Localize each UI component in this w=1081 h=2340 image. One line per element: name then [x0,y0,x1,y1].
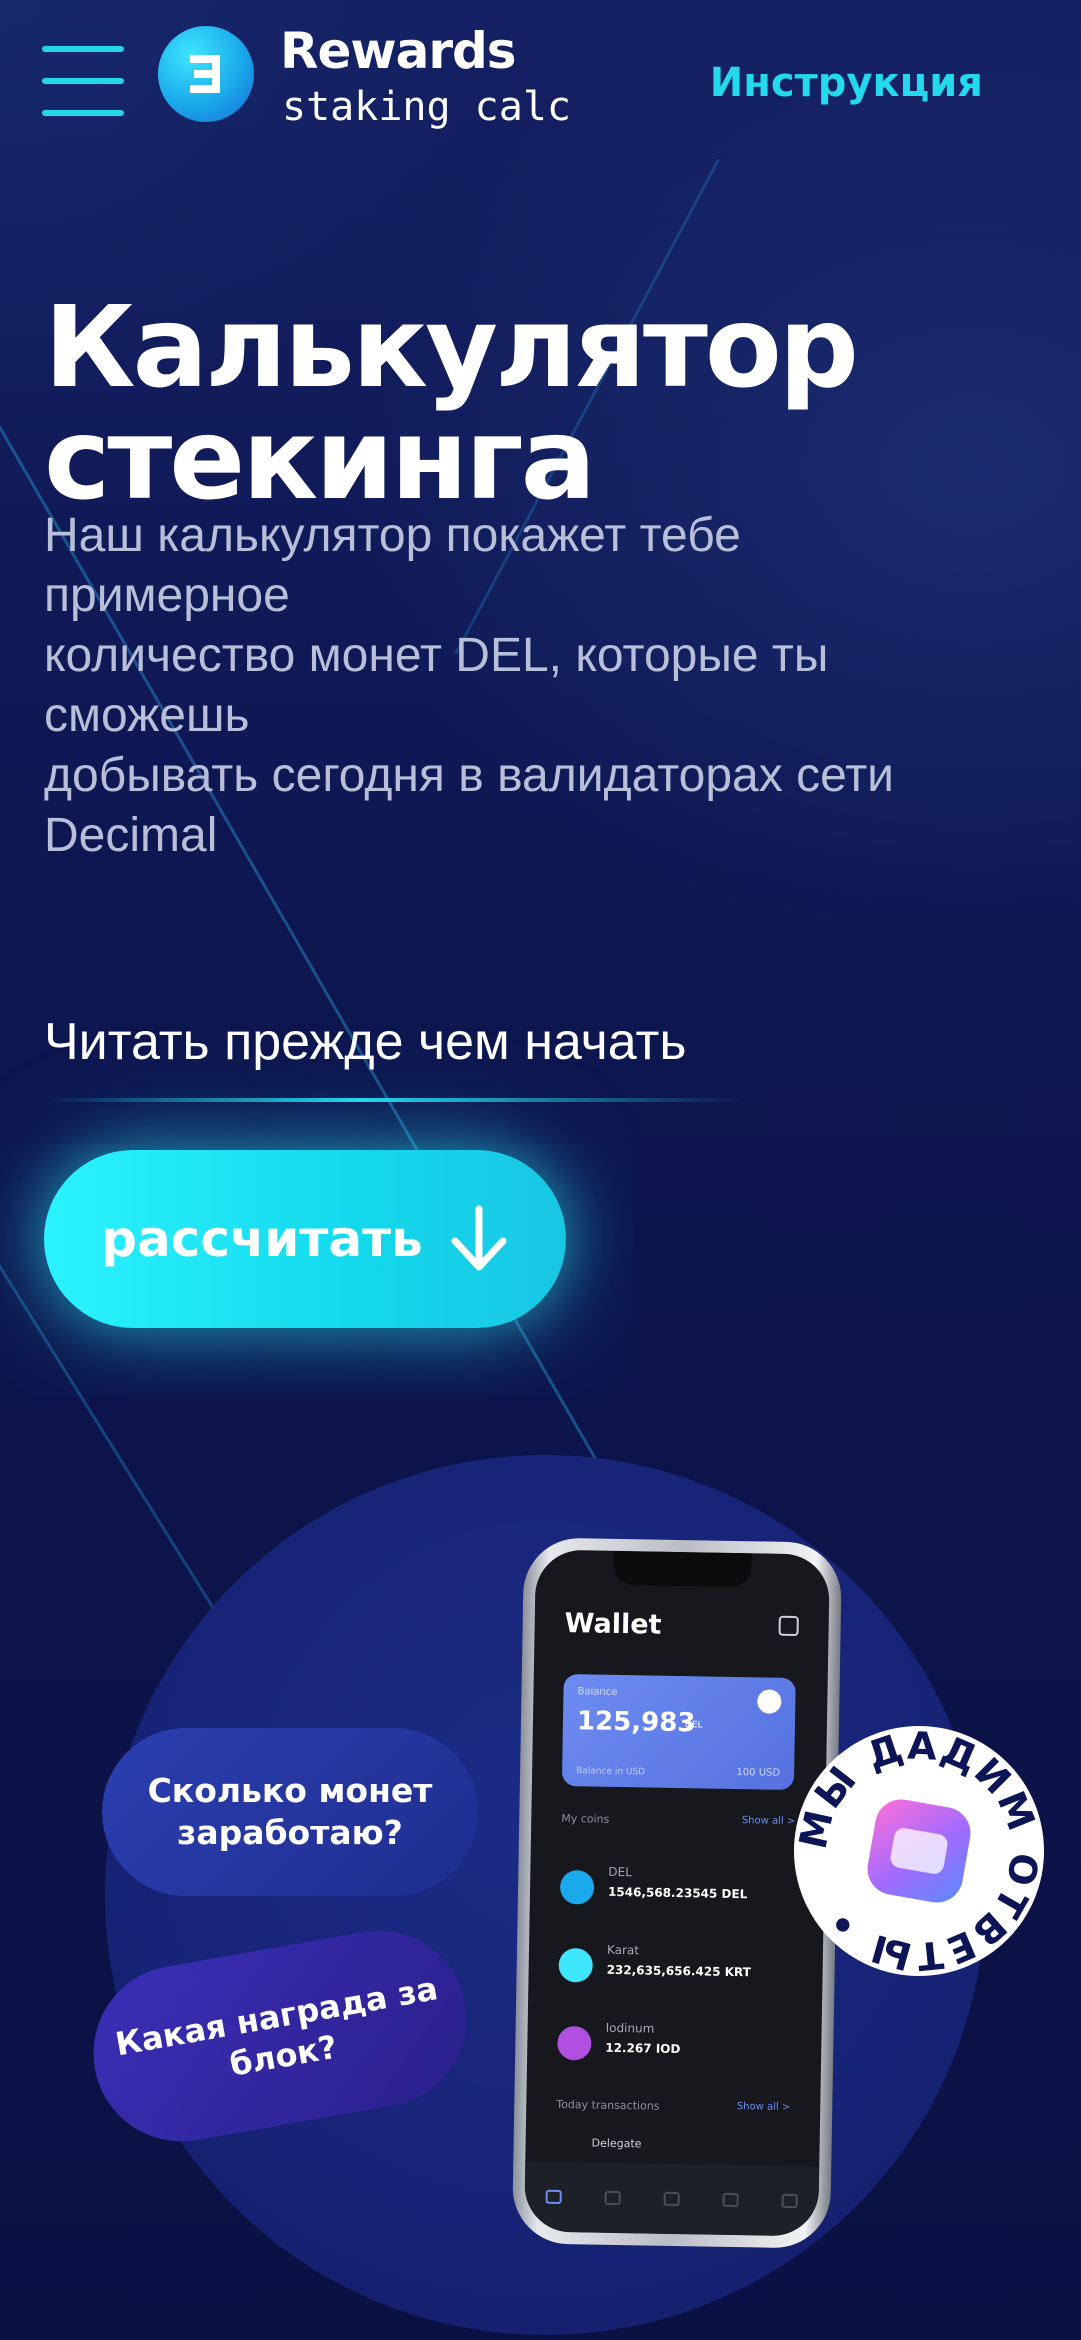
tab-icon [663,2191,680,2207]
question-bubble: Сколько монет заработаю? [102,1728,478,1896]
calculate-button[interactable]: рассчитать [44,1150,566,1328]
read-before-start-link[interactable]: Читать прежде чем начать [44,1012,686,1072]
arrow-down-icon [451,1205,507,1271]
description-line: добывать сегодня в валидаторах сети [44,749,894,802]
decimal-logo-icon[interactable] [158,26,254,122]
calculate-button-label: рассчитать [101,1210,423,1268]
coin-row: Iodinum 12.267 IOD [557,2020,798,2084]
hamburger-menu-button[interactable] [42,44,124,120]
karat-coin-icon [558,1947,594,1983]
coin-value: 1546,568.23545 DEL [607,1884,748,1902]
page: Rewards staking calc Инструкция Калькуля… [0,0,1081,2340]
coin-name: Iodinum [605,2020,655,2036]
question-bubble-text: Какая награда за блок? [112,1969,441,2084]
description-line: Наш калькулятор покажет тебе [44,509,741,562]
decimal-glyph-icon [190,55,220,93]
balance-unit: DEL [684,1720,703,1731]
page-title: Калькулятор стекинга [44,292,1044,516]
description-line: примерное [44,569,290,622]
tab-icon [604,2190,621,2206]
chat-bubble-icon [888,1826,950,1876]
brand-subtitle: staking calc [282,84,571,130]
coin-name: DEL [608,1864,632,1880]
menu-bar-icon [42,78,124,84]
show-all-link: Show all > [741,1815,796,1828]
balance-card: Balance 125,983 DEL Balance in USD 100 U… [561,1673,796,1791]
answers-badge: МЫ ДАДИМ ОТВЕТЫ • [794,1726,1044,1976]
divider-line [44,1098,744,1102]
description-line: сможешь [44,689,250,742]
balance-usd: 100 USD [736,1767,781,1779]
coin-row: DEL 1546,568.23545 DEL [559,1864,800,1928]
phone-tab-bar [524,2161,820,2237]
description-line: Decimal [44,809,218,862]
wallet-tab-icon [545,2189,563,2205]
phone-mockup: Wallet Balance 125,983 DEL Balance in US… [511,1537,843,2249]
description-line: количество монет DEL, которые ты [44,629,829,682]
title-line: Калькулятор [44,283,859,413]
my-coins-label: My coins [561,1811,610,1826]
today-transactions-label: Today transactions [556,2097,660,2113]
chat-app-icon [863,1795,975,1907]
scan-icon [778,1615,799,1637]
menu-bar-icon [42,46,124,52]
balance-label: Balance [577,1686,618,1698]
del-coin-icon [559,1869,595,1905]
instruction-link[interactable]: Инструкция [710,60,983,106]
wallet-title: Wallet [564,1608,662,1641]
phone-screen: Wallet Balance 125,983 DEL Balance in US… [524,1549,830,2237]
coin-value: 12.267 IOD [605,2040,681,2057]
coin-row: Karat 232,635,656.425 KRT [558,1942,799,2006]
iodinum-coin-icon [557,2025,592,2061]
hero-description: Наш калькулятор покажет тебе примерное к… [44,506,1044,866]
show-all-link: Show all > [736,2101,791,2114]
refresh-icon [757,1689,782,1714]
tab-icon [722,2192,739,2208]
coin-name: Karat [606,1942,640,1958]
settings-tab-icon [781,2193,798,2209]
balance-value: 125,983 [576,1706,696,1739]
phone-notch [613,1550,752,1588]
coin-value: 232,635,656.425 KRT [606,1962,751,1980]
brand-title: Rewards [280,22,517,80]
question-bubble-text: Сколько монет заработаю? [147,1771,433,1852]
transaction-label: Delegate [591,2136,642,2151]
title-line: стекинга [44,395,596,525]
menu-bar-icon [42,110,124,116]
balance-sub-label: Balance in USD [576,1766,646,1778]
